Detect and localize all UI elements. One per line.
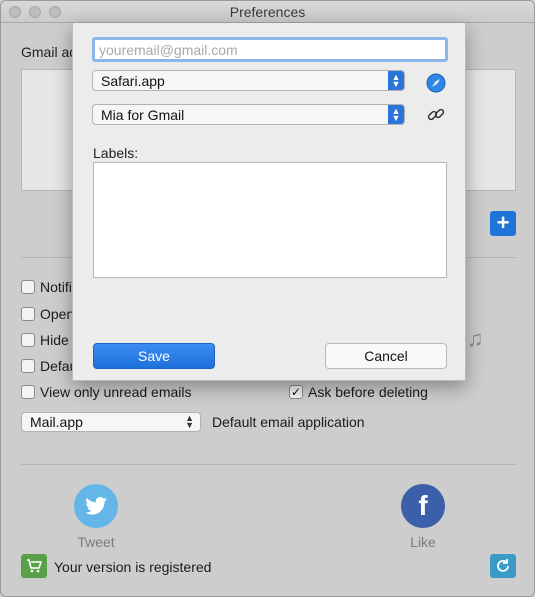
zoom-window-button[interactable]: [49, 6, 61, 18]
open-label: Open: [40, 306, 75, 322]
hide-option[interactable]: Hide s: [21, 332, 80, 348]
title-bar: Preferences: [1, 1, 534, 23]
ask-delete-checkbox[interactable]: ✓: [289, 385, 303, 399]
tweet-label: Tweet: [77, 534, 115, 550]
cancel-button[interactable]: Cancel: [325, 343, 447, 369]
close-window-button[interactable]: [9, 6, 21, 18]
add-account-button[interactable]: +: [490, 211, 516, 236]
safari-compass-icon[interactable]: [426, 73, 446, 93]
mail-app-value: Mail.app: [30, 414, 83, 430]
save-button[interactable]: Save: [93, 343, 215, 369]
browser-select-value: Safari.app: [101, 72, 165, 89]
email-input[interactable]: [92, 37, 448, 62]
music-note-icon[interactable]: ♫: [467, 326, 484, 352]
divider: [21, 464, 516, 465]
twitter-icon: [74, 484, 118, 528]
open-option[interactable]: Open: [21, 306, 74, 322]
facebook-icon: f: [401, 484, 445, 528]
chevron-updown-icon: ▲ ▼: [185, 413, 194, 430]
add-account-sheet: Safari.app ▲▼ Mia for Gmail ▲▼ Labels: S…: [72, 23, 466, 381]
accounts-label: Gmail ac: [21, 44, 77, 60]
like-label: Like: [410, 534, 436, 550]
hide-checkbox[interactable]: [21, 333, 35, 347]
ask-delete-option[interactable]: ✓ Ask before deleting: [289, 384, 428, 400]
labels-label: Labels:: [93, 145, 139, 161]
plus-icon: +: [496, 210, 510, 235]
ask-delete-label: Ask before deleting: [308, 384, 428, 400]
like-button[interactable]: f Like: [393, 484, 453, 550]
registration-status: Your version is registered: [54, 559, 212, 575]
client-select-value: Mia for Gmail: [101, 106, 185, 123]
default-checkbox[interactable]: [21, 359, 35, 373]
chevron-updown-icon: ▲ ▼: [388, 105, 404, 124]
refresh-icon: [497, 559, 509, 572]
notifications-label: Notifi: [40, 279, 72, 295]
chevron-updown-icon: ▲ ▼: [388, 71, 404, 90]
default-option[interactable]: Defau: [21, 358, 77, 374]
labels-list[interactable]: [93, 162, 447, 278]
view-unread-label: View only unread emails: [40, 384, 192, 400]
view-unread-checkbox[interactable]: [21, 385, 35, 399]
cart-icon[interactable]: [21, 554, 47, 578]
client-select[interactable]: Mia for Gmail ▲ ▼: [92, 104, 405, 125]
notifications-checkbox[interactable]: [21, 280, 35, 294]
link-icon[interactable]: [426, 105, 446, 125]
default-app-label: Default email application: [212, 414, 365, 430]
refresh-button[interactable]: [490, 554, 516, 578]
window-title: Preferences: [229, 4, 306, 20]
tweet-button[interactable]: Tweet: [66, 484, 126, 550]
open-checkbox[interactable]: [21, 307, 35, 321]
view-unread-option[interactable]: View only unread emails: [21, 384, 192, 400]
browser-select[interactable]: Safari.app ▲ ▼: [92, 70, 405, 91]
mail-app-select[interactable]: Mail.app ▲ ▼: [21, 412, 201, 432]
preferences-window: Preferences Gmail ac + Notifi Open Hide …: [0, 0, 535, 597]
minimize-window-button[interactable]: [29, 6, 41, 18]
notifications-option[interactable]: Notifi: [21, 279, 72, 295]
